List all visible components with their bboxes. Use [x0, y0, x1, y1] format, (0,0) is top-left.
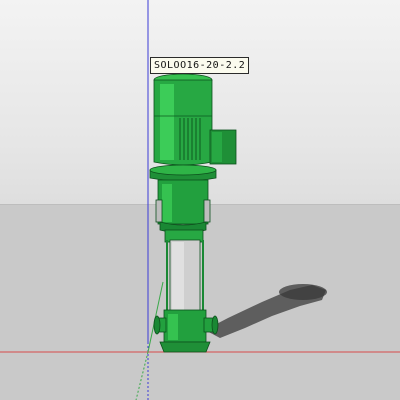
pump-model[interactable] [149, 73, 237, 353]
coupling-guard [155, 199, 163, 223]
sketchup-viewport[interactable]: SOLOO16-20-2.2 [0, 0, 400, 400]
model-name-label[interactable]: SOLOO16-20-2.2 [150, 57, 250, 74]
pump-shadow-head [279, 284, 327, 300]
motor-highlight [160, 84, 174, 160]
inlet-flange [153, 315, 161, 335]
pump-foot [159, 341, 211, 353]
axis-green-dotted [135, 351, 149, 400]
outlet-flange [211, 315, 219, 335]
